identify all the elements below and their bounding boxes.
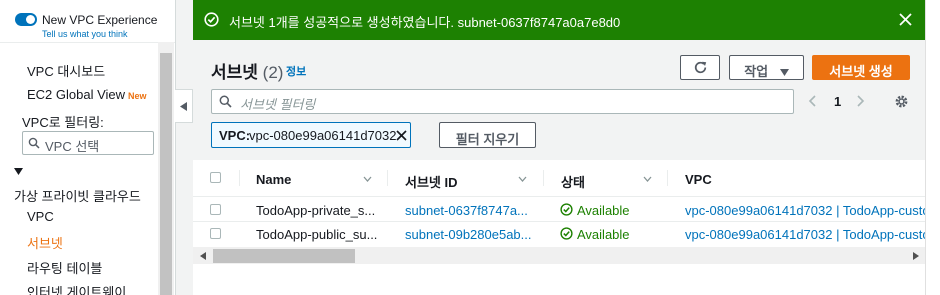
sort-icon[interactable] bbox=[363, 176, 372, 182]
sidebar-item-ec2-global-view[interactable]: EC2 Global View New bbox=[27, 87, 147, 102]
remove-filter-icon[interactable] bbox=[396, 130, 407, 141]
item-count: (2) bbox=[262, 63, 284, 82]
cell-subnet-id[interactable]: subnet-0637f8747a... bbox=[405, 203, 528, 218]
next-page-icon[interactable] bbox=[857, 95, 865, 107]
column-divider bbox=[667, 170, 668, 186]
collapse-sidebar-button[interactable] bbox=[175, 89, 193, 123]
column-header-vpc[interactable]: VPC bbox=[685, 172, 712, 187]
cell-name: TodoApp-public_su... bbox=[256, 227, 378, 242]
actions-dropdown[interactable]: 작업 bbox=[729, 55, 804, 80]
sidebar-title: New VPC Experience bbox=[42, 13, 158, 27]
create-subnet-button[interactable]: 서브넷 생성 bbox=[812, 55, 910, 80]
sidebar-item-label: EC2 Global View bbox=[27, 87, 126, 102]
gear-icon[interactable] bbox=[894, 94, 909, 109]
sidebar-item-subnets[interactable]: 서브넷 bbox=[27, 233, 63, 252]
new-badge: New bbox=[128, 91, 147, 101]
column-divider bbox=[239, 170, 240, 186]
sidebar-scrollbar-thumb[interactable] bbox=[160, 53, 172, 295]
sidebar-header: New VPC Experience Tell us what you thin… bbox=[0, 0, 175, 43]
cell-name: TodoApp-private_s... bbox=[256, 203, 376, 218]
column-header-name[interactable]: Name bbox=[256, 172, 291, 187]
actions-label: 작업 bbox=[744, 64, 769, 79]
refresh-icon bbox=[694, 61, 706, 74]
previous-page-icon[interactable] bbox=[808, 95, 816, 107]
column-divider bbox=[387, 170, 388, 186]
available-status-icon bbox=[560, 203, 573, 216]
row-checkbox[interactable] bbox=[210, 204, 221, 215]
page-title-text: 서브넷 bbox=[211, 63, 258, 82]
cell-status: Available bbox=[577, 227, 630, 242]
row-checkbox[interactable] bbox=[210, 228, 221, 239]
caret-down-icon bbox=[779, 69, 789, 76]
column-header-status[interactable]: 상태 bbox=[561, 172, 585, 191]
token-value: vpc-080e99a06141d7032 bbox=[249, 128, 397, 143]
page-scrollbar[interactable] bbox=[925, 0, 940, 295]
current-page[interactable]: 1 bbox=[834, 94, 841, 109]
close-icon[interactable] bbox=[899, 13, 912, 26]
flash-message: 서브넷 1개를 성공적으로 생성하였습니다. subnet-0637f8747a… bbox=[229, 15, 621, 30]
page-title: 서브넷 (2) bbox=[211, 58, 283, 83]
refresh-button[interactable] bbox=[680, 55, 720, 80]
table-scrollbar-thumb[interactable] bbox=[213, 249, 355, 263]
vpc-filter-token: VPC: vpc-080e99a06141d7032 bbox=[211, 122, 411, 148]
cell-vpc[interactable]: vpc-080e99a06141d7032 | TodoApp-customv bbox=[685, 227, 940, 242]
search-placeholder: 서브넷 필터링 bbox=[240, 97, 316, 112]
sidebar-item-route-tables[interactable]: 라우팅 테이블 bbox=[27, 258, 102, 277]
sidebar-item-internet-gateways[interactable]: 인터넷 게이트웨이 bbox=[27, 282, 126, 295]
available-status-icon bbox=[560, 227, 573, 240]
new-experience-toggle[interactable] bbox=[15, 13, 37, 26]
sidebar-item-vpc[interactable]: VPC bbox=[27, 209, 54, 224]
sidebar: New VPC Experience Tell us what you thin… bbox=[0, 0, 176, 295]
caret-down-icon[interactable] bbox=[14, 168, 23, 176]
subnet-search-input[interactable]: 서브넷 필터링 bbox=[211, 89, 794, 114]
column-header-subnet-id[interactable]: 서브넷 ID bbox=[405, 172, 458, 191]
column-divider bbox=[543, 170, 544, 186]
section-title-vpc: 가상 프라이빗 클라우드 bbox=[14, 189, 141, 204]
filter-by-vpc-label: VPC로 필터링: bbox=[22, 115, 104, 130]
success-icon bbox=[204, 12, 219, 27]
cell-status: Available bbox=[577, 203, 630, 218]
search-icon bbox=[219, 95, 232, 108]
feedback-link[interactable]: Tell us what you think bbox=[42, 29, 128, 39]
token-key: VPC: bbox=[219, 128, 251, 143]
caret-left-icon bbox=[180, 102, 187, 111]
cell-subnet-id[interactable]: subnet-09b280e5ab... bbox=[405, 227, 532, 242]
info-link[interactable]: 정보 bbox=[286, 63, 306, 79]
scroll-left-icon[interactable] bbox=[200, 252, 206, 260]
sort-icon[interactable] bbox=[518, 176, 527, 182]
vpc-select-input[interactable]: VPC 선택 bbox=[22, 131, 154, 155]
select-all-checkbox[interactable] bbox=[210, 172, 221, 183]
sort-icon[interactable] bbox=[643, 176, 652, 182]
sidebar-item-vpc-dashboard[interactable]: VPC 대시보드 bbox=[27, 61, 105, 80]
scroll-right-icon[interactable] bbox=[913, 252, 919, 260]
vpc-select-placeholder: VPC 선택 bbox=[45, 139, 100, 154]
search-icon bbox=[28, 137, 40, 149]
cell-vpc[interactable]: vpc-080e99a06141d7032 | TodoApp-customv bbox=[685, 203, 940, 218]
success-flash-banner: 서브넷 1개를 성공적으로 생성하였습니다. subnet-0637f8747a… bbox=[193, 0, 925, 40]
clear-filters-button[interactable]: 필터 지우기 bbox=[439, 122, 536, 148]
